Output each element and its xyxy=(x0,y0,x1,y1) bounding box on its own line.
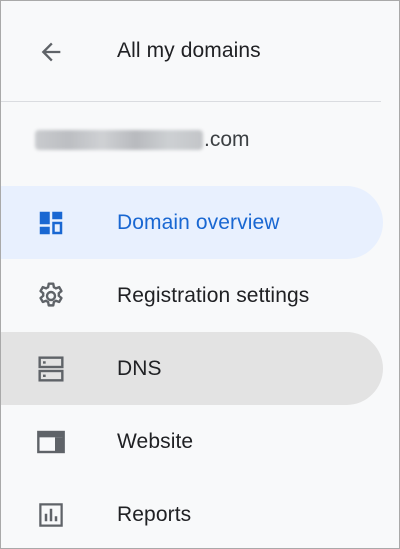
redacted-domain xyxy=(35,130,203,150)
dashboard-icon xyxy=(34,206,68,240)
nav-item-website[interactable]: Website xyxy=(1,405,383,478)
back-button[interactable] xyxy=(34,35,68,69)
nav-item-domain-overview[interactable]: Domain overview xyxy=(1,186,383,259)
web-icon xyxy=(34,425,68,459)
nav-label: DNS xyxy=(117,356,162,380)
nav-label: Reports xyxy=(117,502,192,526)
gear-icon xyxy=(34,279,68,313)
header: All my domains xyxy=(1,1,381,102)
nav-item-dns[interactable]: DNS xyxy=(1,332,383,405)
app-frame: All my domains .com Domain overview Regi… xyxy=(0,0,400,549)
page-title[interactable]: All my domains xyxy=(117,39,261,63)
nav-label: Registration settings xyxy=(117,283,310,307)
domain-suffix: .com xyxy=(204,128,250,151)
nav-item-reports[interactable]: Reports xyxy=(1,478,383,548)
reports-icon xyxy=(34,498,68,532)
domain-name: .com xyxy=(35,125,250,155)
nav-label: Domain overview xyxy=(117,210,280,234)
nav-item-registration-settings[interactable]: Registration settings xyxy=(1,259,383,332)
arrow-back-icon xyxy=(41,42,61,62)
nav-label: Website xyxy=(117,429,194,453)
dns-icon xyxy=(34,352,68,386)
sidebar-nav: Domain overview Registration settings DN… xyxy=(1,186,383,548)
